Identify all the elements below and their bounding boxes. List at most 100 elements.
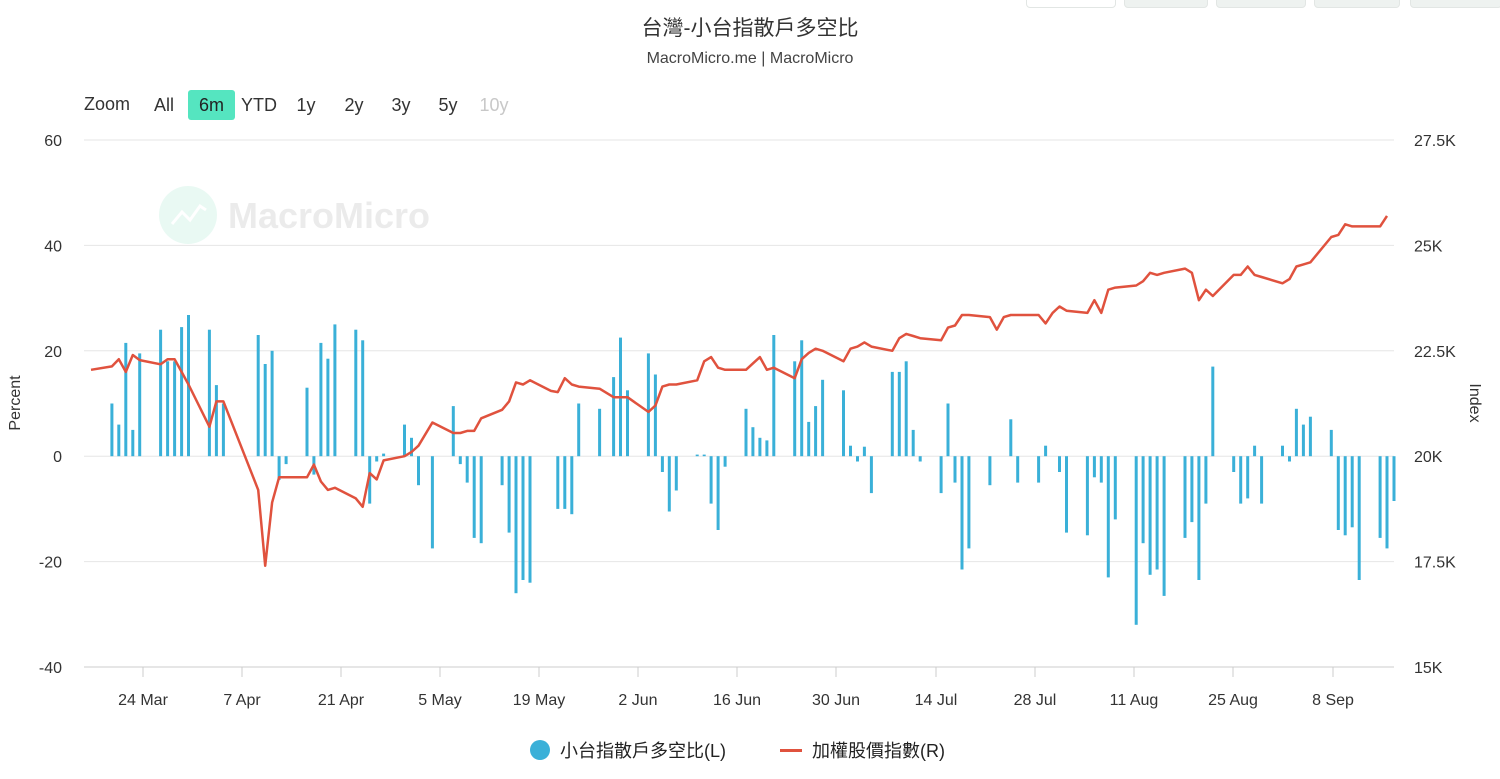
bar: [1148, 456, 1152, 575]
y-left-tick-label: 20: [44, 344, 62, 361]
bar: [612, 377, 616, 457]
bar: [207, 329, 211, 457]
x-tick-label: 7 Apr: [223, 692, 261, 709]
bar: [772, 335, 776, 457]
bar: [500, 456, 504, 486]
bar: [988, 456, 992, 486]
bar: [528, 456, 532, 583]
bar: [856, 456, 859, 462]
bar: [514, 456, 518, 594]
bar: [124, 342, 128, 457]
y-left-tick-label: 40: [44, 238, 62, 255]
bar: [904, 361, 908, 457]
legend: 小台指散戶多空比(L) 加權股價指數(R): [0, 736, 1500, 764]
bar: [842, 390, 845, 457]
bar: [375, 456, 379, 462]
bar: [939, 456, 943, 494]
bar: [270, 350, 274, 457]
bar: [1106, 456, 1110, 578]
bar: [361, 340, 365, 457]
bar: [709, 456, 713, 504]
bar: [1009, 419, 1013, 457]
chart-svg: MacroMicro 60 27.5K 40 25K 20 22.5K 0 20K -20 17.…: [7, 133, 1483, 709]
bar: [479, 456, 483, 544]
bar: [1065, 456, 1068, 533]
bar: [1211, 366, 1215, 457]
x-tick-label: 28 Jul: [1014, 692, 1057, 709]
bar: [221, 403, 225, 457]
bar: [758, 437, 762, 457]
bar: [1134, 456, 1138, 625]
bar: [911, 429, 915, 457]
bar: [570, 456, 574, 515]
bar: [1016, 456, 1020, 483]
x-tick-label: 30 Jun: [812, 692, 860, 709]
bar: [1044, 445, 1048, 457]
bar: [263, 364, 267, 457]
bar: [333, 324, 337, 457]
bar: [1204, 456, 1208, 504]
bar: [862, 446, 866, 457]
bar: [284, 456, 288, 465]
legend-label-line: 加權股價指數(R): [812, 741, 945, 761]
bar: [1288, 456, 1291, 462]
bar: [1294, 408, 1298, 457]
bar: [1392, 456, 1396, 501]
bar: [869, 456, 873, 494]
bar: [960, 456, 964, 570]
bar: [458, 456, 462, 465]
bar: [159, 329, 163, 457]
watermark-logo-icon: [159, 186, 217, 244]
bar: [117, 424, 121, 457]
bar: [1336, 456, 1340, 530]
bar: [563, 456, 567, 509]
bar: [131, 429, 135, 457]
bar: [1190, 456, 1194, 523]
bar: [849, 445, 852, 457]
bar: [465, 456, 469, 483]
bar: [214, 385, 218, 457]
bar: [1343, 456, 1347, 536]
bar: [472, 456, 476, 538]
bar: [1357, 456, 1361, 580]
x-tick-label: 5 May: [418, 692, 462, 709]
watermark-text: MacroMicro: [228, 195, 430, 236]
bar: [403, 424, 406, 457]
bar: [1197, 456, 1201, 580]
y-right-tick-label: 25K: [1414, 238, 1443, 255]
x-tick-label: 24 Mar: [118, 692, 168, 709]
bar: [598, 408, 602, 457]
y-left-tick-label: -20: [39, 555, 62, 572]
bar: [507, 456, 511, 533]
bar: [354, 329, 358, 457]
bar: [326, 358, 330, 457]
bar: [1246, 456, 1250, 499]
legend-item-bars[interactable]: 小台指散戶多空比(L): [530, 736, 726, 764]
x-tick-label: 21 Apr: [318, 692, 365, 709]
legend-line-icon: [780, 748, 802, 752]
y-right-axis-title: Index: [1466, 383, 1483, 422]
bar: [1155, 456, 1159, 570]
bar: [521, 456, 525, 580]
legend-label-bars: 小台指散戶多空比(L): [560, 741, 726, 761]
bar: [1329, 429, 1333, 457]
x-tick-label: 8 Sep: [1312, 692, 1354, 709]
bar: [1378, 456, 1382, 538]
bar: [814, 406, 818, 457]
y-left-tick-label: 0: [53, 449, 62, 466]
bar: [695, 454, 699, 457]
bar: [1099, 456, 1103, 483]
bar: [946, 403, 950, 457]
bar: [716, 456, 720, 530]
bar: [626, 390, 629, 457]
legend-item-line[interactable]: 加權股價指數(R): [780, 736, 945, 764]
bar: [1385, 456, 1389, 549]
bar: [110, 403, 114, 457]
bar-series: [110, 315, 1396, 625]
y-right-tick-label: 15K: [1414, 660, 1443, 677]
bar: [1308, 416, 1312, 457]
y-left-axis-title: Percent: [7, 375, 24, 431]
bar: [173, 361, 177, 457]
bar: [556, 456, 560, 509]
bar: [702, 454, 706, 457]
